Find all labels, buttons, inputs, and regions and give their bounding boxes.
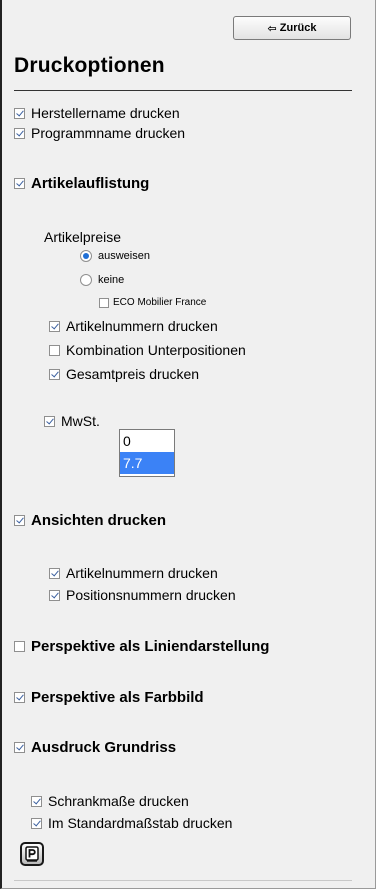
grundriss-option[interactable]: Ausdruck Grundriss bbox=[14, 739, 176, 756]
programmname-checkbox[interactable] bbox=[14, 127, 25, 139]
kombination-label: Kombination Unterpositionen bbox=[66, 342, 246, 358]
standardmassstab-label: Im Standardmaßstab drucken bbox=[48, 815, 233, 831]
artikelpreise-label: Artikelpreise bbox=[44, 229, 122, 245]
standardmassstab-option[interactable]: Im Standardmaßstab drucken bbox=[31, 815, 232, 831]
mwst-option-7-7[interactable]: 7.7 bbox=[120, 452, 174, 474]
artikelauflistung-label: Artikelauflistung bbox=[31, 175, 150, 192]
perspektive-linien-label: Perspektive als Liniendarstellung bbox=[31, 638, 270, 655]
herstellername-option[interactable]: Herstellername drucken bbox=[14, 105, 180, 121]
herstellername-label: Herstellername drucken bbox=[31, 105, 180, 121]
title-divider bbox=[14, 90, 352, 91]
preis-keine-option[interactable]: keine bbox=[80, 274, 124, 286]
ansichten-artikelnummern-option[interactable]: Artikelnummern drucken bbox=[49, 565, 218, 581]
kombination-checkbox[interactable] bbox=[49, 344, 60, 356]
page-title: Druckoptionen bbox=[14, 54, 165, 77]
artikelnummern-option[interactable]: Artikelnummern drucken bbox=[49, 318, 218, 334]
gesamtpreis-checkbox[interactable] bbox=[49, 368, 60, 380]
ansichten-checkbox[interactable] bbox=[14, 515, 25, 526]
ansichten-artikelnummern-label: Artikelnummern drucken bbox=[66, 565, 218, 581]
artikelnummern-label: Artikelnummern drucken bbox=[66, 318, 218, 334]
artikelauflistung-checkbox[interactable] bbox=[14, 178, 25, 189]
ansichten-artikelnummern-checkbox[interactable] bbox=[49, 567, 60, 579]
mwst-listbox[interactable]: 0 7.7 bbox=[119, 429, 175, 477]
ansichten-positionsnummern-checkbox[interactable] bbox=[49, 589, 60, 601]
preis-keine-label: keine bbox=[98, 274, 125, 286]
artikelauflistung-option[interactable]: Artikelauflistung bbox=[14, 175, 149, 192]
bottom-divider bbox=[14, 880, 352, 881]
kombination-option[interactable]: Kombination Unterpositionen bbox=[49, 342, 246, 358]
perspektive-farbbild-option[interactable]: Perspektive als Farbbild bbox=[14, 689, 204, 706]
eco-mobilier-option[interactable]: ECO Mobilier France bbox=[99, 297, 206, 308]
schrankmasse-label: Schrankmaße drucken bbox=[48, 793, 189, 809]
print-options-panel: ⇦ Zurück Druckoptionen Herstellername dr… bbox=[0, 0, 376, 889]
schrankmasse-checkbox[interactable] bbox=[31, 795, 42, 807]
gesamtpreis-label: Gesamtpreis drucken bbox=[66, 366, 200, 382]
perspektive-farbbild-label: Perspektive als Farbbild bbox=[31, 689, 204, 706]
programmname-option[interactable]: Programmname drucken bbox=[14, 125, 185, 141]
ansichten-positionsnummern-label: Positionsnummern drucken bbox=[66, 587, 236, 603]
artikelnummern-checkbox[interactable] bbox=[49, 320, 60, 332]
gesamtpreis-option[interactable]: Gesamtpreis drucken bbox=[49, 366, 199, 382]
eco-mobilier-checkbox[interactable] bbox=[99, 297, 109, 308]
mwst-label: MwSt. bbox=[61, 413, 100, 429]
preis-ausweisen-radio[interactable] bbox=[80, 250, 92, 262]
mwst-option[interactable]: MwSt. bbox=[44, 413, 100, 429]
schrankmasse-option[interactable]: Schrankmaße drucken bbox=[31, 793, 189, 809]
perspektive-linien-option[interactable]: Perspektive als Liniendarstellung bbox=[14, 638, 269, 655]
preis-ausweisen-option[interactable]: ausweisen bbox=[80, 250, 150, 262]
perspektive-linien-checkbox[interactable] bbox=[14, 641, 25, 652]
preis-ausweisen-label: ausweisen bbox=[98, 250, 150, 262]
print-button[interactable] bbox=[20, 842, 44, 866]
back-button[interactable]: ⇦ Zurück bbox=[233, 16, 351, 40]
grundriss-checkbox[interactable] bbox=[14, 742, 25, 753]
back-arrow-icon: ⇦ bbox=[267, 22, 277, 35]
perspektive-farbbild-checkbox[interactable] bbox=[14, 692, 25, 703]
grundriss-label: Ausdruck Grundriss bbox=[31, 739, 177, 756]
standardmassstab-checkbox[interactable] bbox=[31, 817, 42, 829]
preis-keine-radio[interactable] bbox=[80, 274, 92, 286]
herstellername-checkbox[interactable] bbox=[14, 107, 25, 119]
programmname-label: Programmname drucken bbox=[31, 125, 186, 141]
mwst-checkbox[interactable] bbox=[44, 415, 55, 427]
ansichten-label: Ansichten drucken bbox=[31, 512, 167, 529]
ansichten-option[interactable]: Ansichten drucken bbox=[14, 512, 166, 529]
ansichten-positionsnummern-option[interactable]: Positionsnummern drucken bbox=[49, 587, 236, 603]
eco-mobilier-label: ECO Mobilier France bbox=[113, 297, 207, 308]
printer-icon bbox=[25, 846, 39, 862]
back-button-label: Zurück bbox=[279, 22, 317, 34]
mwst-option-0[interactable]: 0 bbox=[120, 430, 174, 452]
